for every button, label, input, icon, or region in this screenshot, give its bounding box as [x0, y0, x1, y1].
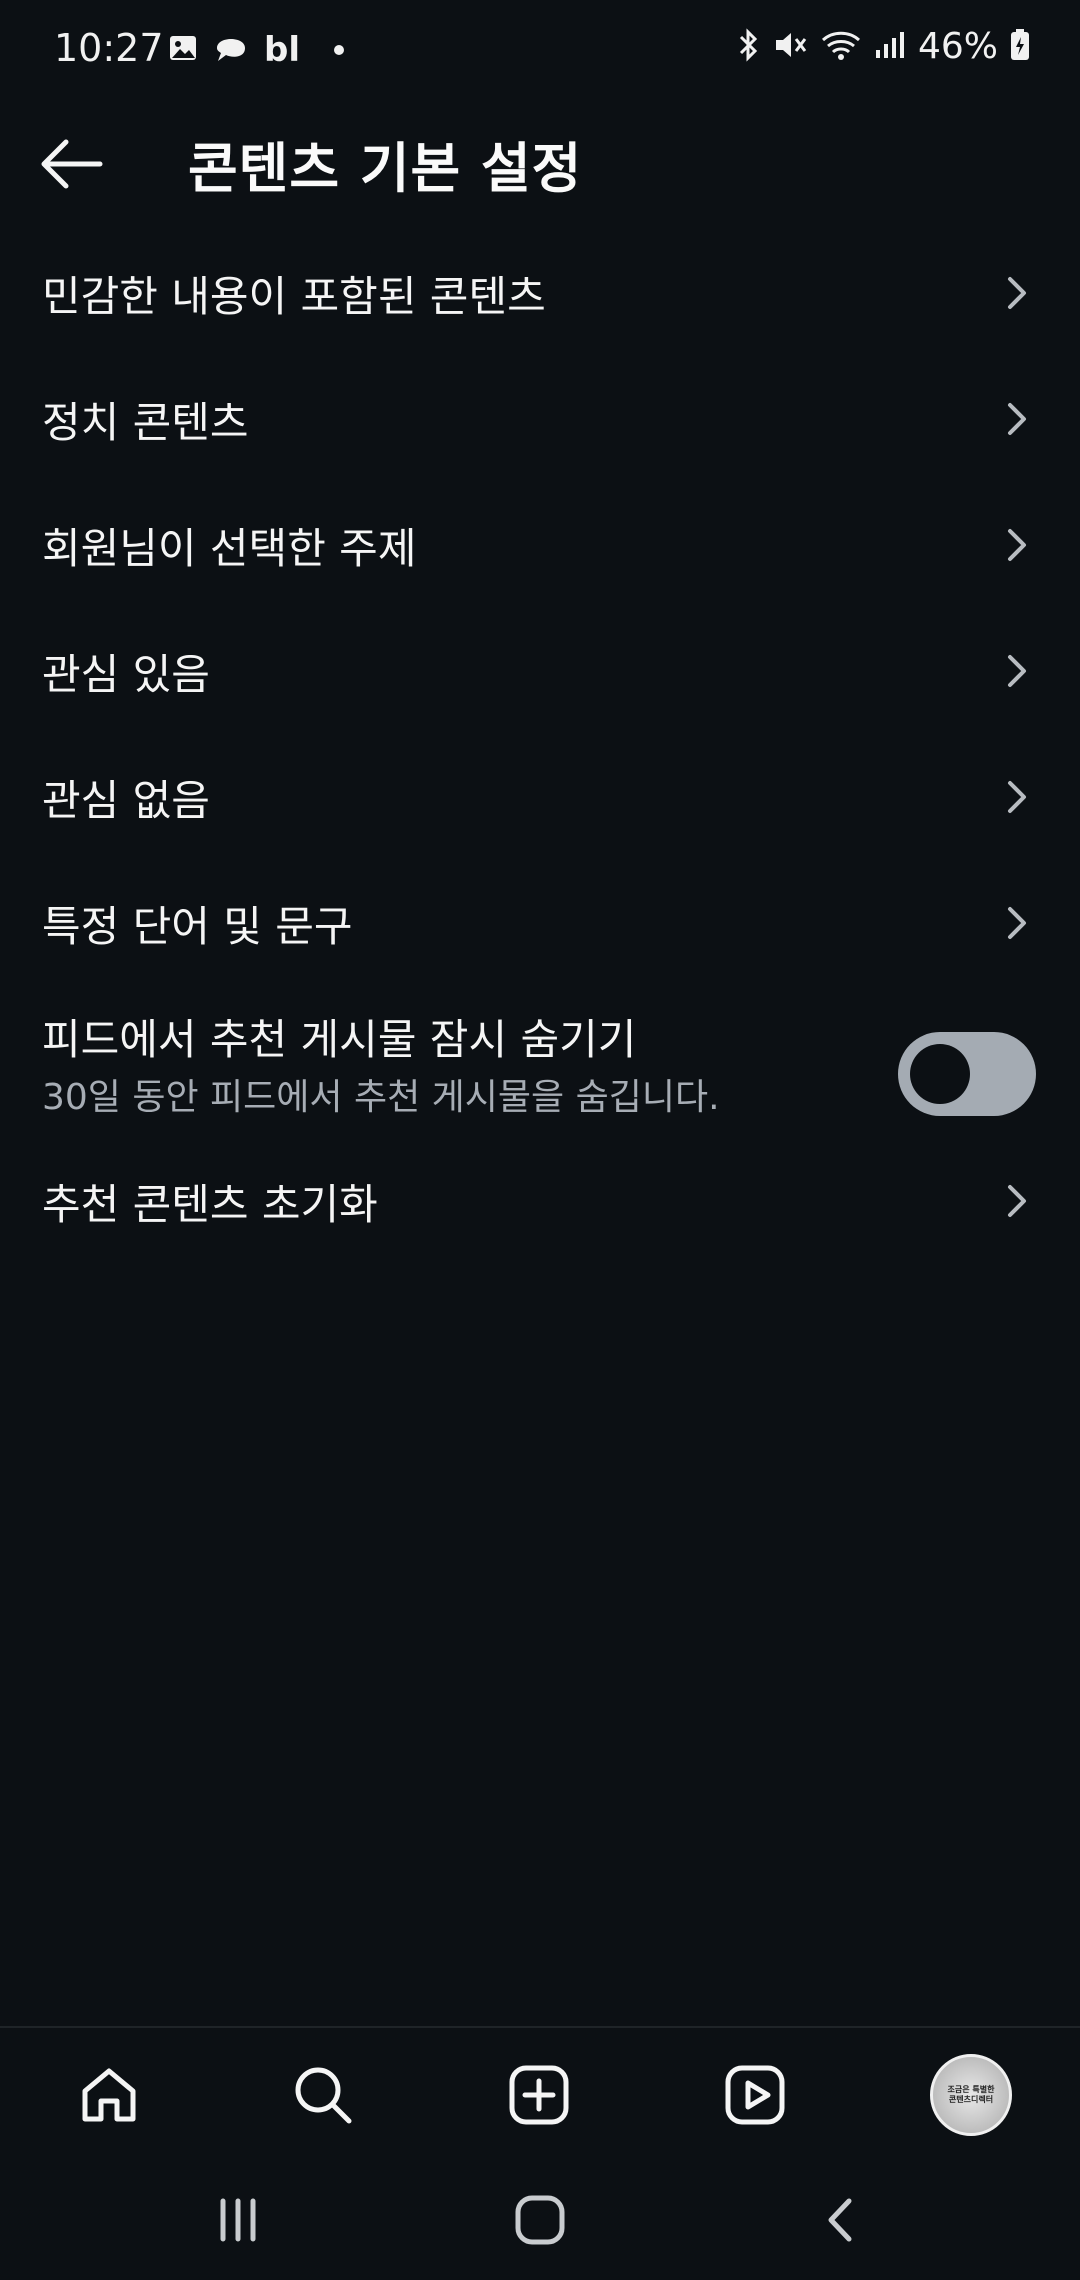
- page-title: 콘텐츠 기본 설정: [188, 137, 583, 200]
- chevron-right-icon: [1008, 277, 1026, 309]
- avatar-text-line1: 조금은 특별한: [947, 2085, 995, 2094]
- list-item-selected-topics[interactable]: 회원님이 선택한 주제: [0, 482, 1080, 608]
- system-nav: [0, 2160, 1080, 2280]
- status-app-text: bl: [264, 30, 300, 70]
- list-item-interested[interactable]: 관심 있음: [0, 608, 1080, 734]
- chevron-right-icon: [1008, 907, 1026, 939]
- toggle-title: 피드에서 추천 게시물 잠시 숨기기: [42, 1015, 637, 1064]
- list-item-label: 정치 콘텐츠: [42, 397, 249, 447]
- status-left-icons: bl: [168, 30, 344, 70]
- arrow-left-icon: [41, 139, 103, 189]
- status-time: 10:27: [54, 26, 164, 70]
- back-button[interactable]: [38, 134, 108, 194]
- bottom-nav-divider: [0, 2026, 1080, 2028]
- list-item-snooze-suggested: 피드에서 추천 게시물 잠시 숨기기 30일 동안 피드에서 추천 게시물을 숨…: [0, 986, 1080, 1138]
- back-system-button[interactable]: [802, 2190, 882, 2250]
- toggle-subtitle: 30일 동안 피드에서 추천 게시물을 숨깁니다.: [42, 1077, 720, 1118]
- list-item-not-interested[interactable]: 관심 없음: [0, 734, 1080, 860]
- nav-reels[interactable]: [710, 2050, 800, 2140]
- wifi-icon: [820, 28, 862, 66]
- list-item-political-content[interactable]: 정치 콘텐츠: [0, 356, 1080, 482]
- list-item-label: 관심 있음: [42, 649, 210, 699]
- list-item-label: 관심 없음: [42, 775, 210, 825]
- thread-icon: [212, 31, 250, 69]
- image-icon: [168, 33, 198, 67]
- battery-icon: [1010, 28, 1030, 66]
- header: 콘텐츠 기본 설정: [0, 110, 1080, 210]
- back-icon: [828, 2198, 852, 2242]
- recent-apps-icon: [220, 2198, 256, 2242]
- home-button-icon: [515, 2195, 565, 2245]
- nav-create[interactable]: [494, 2050, 584, 2140]
- list-item-label: 민감한 내용이 포함된 콘텐츠: [42, 271, 546, 321]
- chevron-right-icon: [1008, 1185, 1026, 1217]
- home-system-button[interactable]: [500, 2190, 580, 2250]
- snooze-toggle[interactable]: [898, 1032, 1036, 1116]
- mute-icon: [772, 28, 808, 66]
- list-item-sensitive-content[interactable]: 민감한 내용이 포함된 콘텐츠: [0, 230, 1080, 356]
- chevron-right-icon: [1008, 403, 1026, 435]
- list-item-reset-suggested[interactable]: 추천 콘텐츠 초기화: [0, 1138, 1080, 1264]
- recent-apps-button[interactable]: [198, 2190, 278, 2250]
- status-dot: [334, 45, 344, 55]
- signal-icon: [874, 28, 906, 66]
- bottom-nav: 조금은 특별한 콘텐츠디렉터: [0, 2030, 1080, 2160]
- create-icon: [509, 2065, 569, 2125]
- status-right-icons: 46%: [736, 26, 1030, 67]
- home-icon: [82, 2068, 136, 2122]
- toggle-knob: [910, 1044, 970, 1104]
- avatar-text-line2: 콘텐츠디렉터: [948, 2095, 994, 2104]
- bluetooth-icon: [736, 27, 760, 66]
- chevron-right-icon: [1008, 655, 1026, 687]
- chevron-right-icon: [1008, 781, 1026, 813]
- battery-percent: 46%: [917, 26, 998, 67]
- profile-avatar: 조금은 특별한 콘텐츠디렉터: [930, 2054, 1012, 2136]
- nav-search[interactable]: [278, 2050, 368, 2140]
- list-item-label: 회원님이 선택한 주제: [42, 523, 417, 573]
- settings-list: 민감한 내용이 포함된 콘텐츠 정치 콘텐츠 회원님이 선택한 주제 관심 있음…: [0, 230, 1080, 1264]
- search-icon: [295, 2067, 352, 2124]
- list-item-label: 특정 단어 및 문구: [42, 901, 353, 951]
- status-bar: 10:27 bl 46%: [0, 0, 1080, 100]
- chevron-right-icon: [1008, 529, 1026, 561]
- list-item-label: 추천 콘텐츠 초기화: [42, 1179, 378, 1229]
- nav-profile[interactable]: 조금은 특별한 콘텐츠디렉터: [926, 2050, 1016, 2140]
- list-item-words-phrases[interactable]: 특정 단어 및 문구: [0, 860, 1080, 986]
- nav-home[interactable]: [64, 2050, 154, 2140]
- reels-icon: [725, 2065, 785, 2125]
